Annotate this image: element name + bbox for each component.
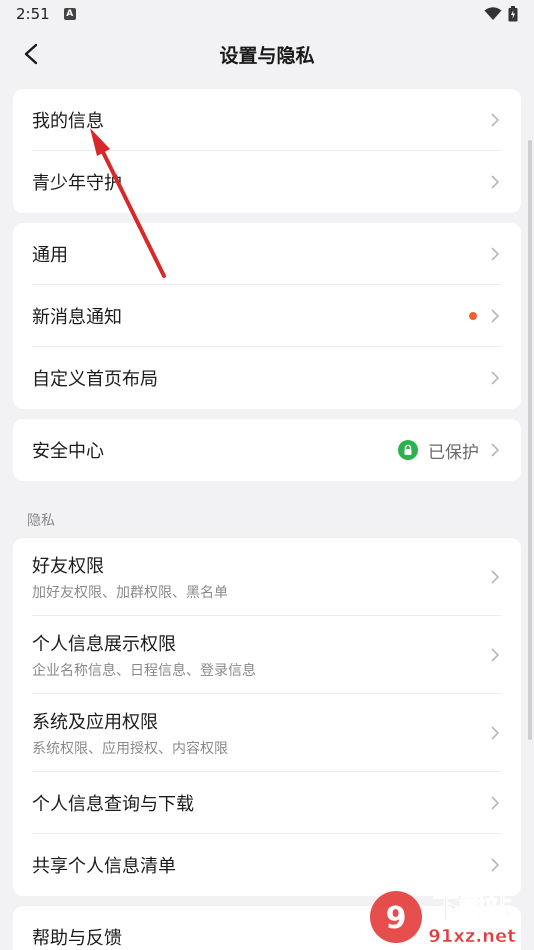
status-time: 2:51: [16, 5, 50, 23]
chevron-right-icon: [491, 247, 500, 261]
unread-dot: [469, 312, 477, 320]
row-label: 自定义首页布局: [32, 369, 158, 390]
row-label: 系统及应用权限: [32, 712, 158, 733]
row-sub: 加好友权限、加群权限、黑名单: [32, 585, 228, 601]
row-system-app-permissions[interactable]: 系统及应用权限 系统权限、应用授权、内容权限: [13, 694, 521, 772]
row-label: 青少年守护: [32, 173, 122, 194]
chevron-right-icon: [491, 648, 500, 662]
row-label: 新消息通知: [32, 307, 122, 328]
row-label: 好友权限: [32, 556, 104, 577]
card-account: 我的信息 青少年守护: [13, 89, 521, 213]
watermark-domain: 91xz.net: [428, 926, 516, 947]
card-security: 安全中心 已保护: [13, 419, 521, 481]
row-general[interactable]: 通用: [13, 223, 521, 285]
back-arrow-icon[interactable]: [20, 42, 44, 66]
page-title: 设置与隐私: [219, 44, 315, 67]
row-label: 安全中心: [32, 441, 104, 462]
section-label-privacy: 隐私: [27, 513, 55, 529]
scrollbar[interactable]: [528, 140, 532, 740]
chevron-right-icon: [491, 113, 500, 127]
chevron-right-icon: [491, 726, 500, 740]
battery-icon: [508, 6, 518, 22]
chevron-right-icon: [491, 309, 500, 323]
chevron-right-icon: [491, 371, 500, 385]
row-personal-info-display[interactable]: 个人信息展示权限 企业名称信息、日程信息、登录信息: [13, 616, 521, 694]
row-label: 个人信息查询与下载: [32, 794, 194, 815]
chevron-right-icon: [491, 858, 500, 872]
chevron-right-icon: [491, 443, 500, 457]
row-friend-permissions[interactable]: 好友权限 加好友权限、加群权限、黑名单: [13, 538, 521, 616]
status-bar: 2:51 A: [0, 0, 534, 28]
row-sub: 系统权限、应用授权、内容权限: [32, 741, 228, 757]
row-youth-guard[interactable]: 青少年守护: [13, 151, 521, 213]
lock-icon: [398, 440, 418, 460]
card-general: 通用 新消息通知 自定义首页布局: [13, 223, 521, 409]
row-info-query-download[interactable]: 个人信息查询与下载: [13, 772, 521, 834]
row-my-info[interactable]: 我的信息: [13, 89, 521, 151]
svg-text:9: 9: [386, 901, 407, 936]
chevron-right-icon: [491, 796, 500, 810]
row-label: 共享个人信息清单: [32, 856, 176, 877]
nav-bar: 设置与隐私: [0, 28, 534, 80]
security-status: 已保护: [428, 442, 479, 463]
chevron-right-icon: [491, 570, 500, 584]
watermark-brand: 下载站: [433, 893, 511, 923]
wifi-icon: [484, 7, 502, 20]
notification-a-icon: A: [63, 8, 76, 20]
row-custom-home-layout[interactable]: 自定义首页布局: [13, 347, 521, 409]
row-label: 我的信息: [32, 111, 104, 132]
row-label: 通用: [32, 245, 68, 266]
chevron-right-icon: [491, 175, 500, 189]
row-security-center[interactable]: 安全中心 已保护: [13, 419, 521, 481]
watermark-logo: 9 下载站 91xz.net: [370, 891, 516, 947]
card-privacy: 好友权限 加好友权限、加群权限、黑名单 个人信息展示权限 企业名称信息、日程信息…: [13, 538, 521, 896]
row-new-message-notification[interactable]: 新消息通知: [13, 285, 521, 347]
row-label: 个人信息展示权限: [32, 634, 176, 655]
row-sub: 企业名称信息、日程信息、登录信息: [32, 663, 256, 679]
